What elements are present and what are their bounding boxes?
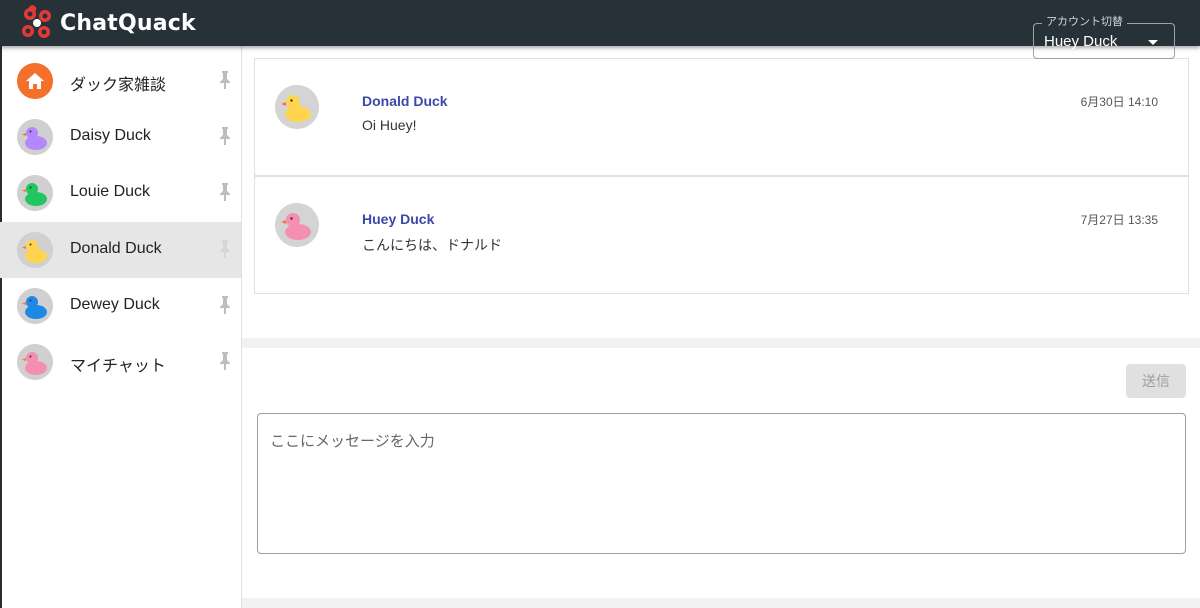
sidebar-item-louie-duck[interactable]: Louie Duck xyxy=(0,165,241,221)
divider xyxy=(242,338,1200,348)
app-header: ChatQuack アカウント切替 Huey Duck xyxy=(0,0,1200,59)
message-text: Oi Huey! xyxy=(362,117,417,133)
pin-icon[interactable] xyxy=(219,182,231,202)
sidebar-item-daisy-duck[interactable]: Daisy Duck xyxy=(0,109,241,165)
sidebar-item-label: Louie Duck xyxy=(70,183,151,200)
sidebar-item-label: Donald Duck xyxy=(70,240,162,257)
send-button[interactable]: 送信 xyxy=(1126,364,1186,398)
account-switch-select[interactable]: アカウント切替 Huey Duck xyxy=(1033,15,1175,59)
chatquack-logo-icon xyxy=(22,5,51,38)
account-selected-value: Huey Duck xyxy=(1044,33,1118,50)
divider xyxy=(242,598,1200,608)
duck-icon xyxy=(275,85,319,129)
sidebar-item-label: ダック家雑談 xyxy=(70,77,167,94)
message-card: Huey Duck 7月27日 13:35 こんにちは、ドナルド xyxy=(254,176,1189,294)
sidebar-item-my-chat[interactable]: マイチャット xyxy=(0,334,241,390)
message-card: Donald Duck 6月30日 14:10 Oi Huey! xyxy=(254,58,1189,176)
pin-icon[interactable] xyxy=(219,126,231,146)
message-input[interactable]: ここにメッセージを入力 xyxy=(257,413,1186,554)
sidebar-item-donald-duck[interactable]: Donald Duck xyxy=(0,222,241,278)
sidebar-item-dewey-duck[interactable]: Dewey Duck xyxy=(0,278,241,334)
pin-icon[interactable] xyxy=(219,351,231,371)
message-sender: Donald Duck xyxy=(362,93,448,109)
duck-icon xyxy=(17,119,53,155)
app-logo[interactable]: ChatQuack xyxy=(18,5,196,41)
account-switch-label: アカウント切替 xyxy=(1042,15,1127,29)
sidebar-item-label: Daisy Duck xyxy=(70,127,151,144)
duck-icon xyxy=(17,344,53,380)
duck-icon xyxy=(17,288,53,324)
pin-icon[interactable] xyxy=(219,239,231,259)
duck-icon xyxy=(17,232,53,268)
message-sender: Huey Duck xyxy=(362,211,435,227)
message-timestamp: 7月27日 13:35 xyxy=(1080,213,1158,227)
duck-icon xyxy=(17,175,53,211)
home-icon xyxy=(17,63,53,99)
message-timestamp: 6月30日 14:10 xyxy=(1080,95,1158,109)
pin-icon[interactable] xyxy=(219,70,231,90)
message-input-placeholder: ここにメッセージを入力 xyxy=(270,433,435,450)
sidebar-item-family-chat[interactable]: ダック家雑談 xyxy=(0,53,241,109)
chat-sidebar: ダック家雑談 Daisy Duck Louie Duck Donald Duck… xyxy=(0,46,242,608)
pin-icon[interactable] xyxy=(219,295,231,315)
sidebar-item-label: Dewey Duck xyxy=(70,296,160,313)
app-name: ChatQuack xyxy=(60,10,196,36)
chat-main: Donald Duck 6月30日 14:10 Oi Huey! Huey Du… xyxy=(242,46,1200,608)
dropdown-caret-icon xyxy=(1148,40,1158,45)
sidebar-item-label: マイチャット xyxy=(70,358,166,375)
duck-icon xyxy=(275,203,319,247)
message-text: こんにちは、ドナルド xyxy=(362,237,502,253)
